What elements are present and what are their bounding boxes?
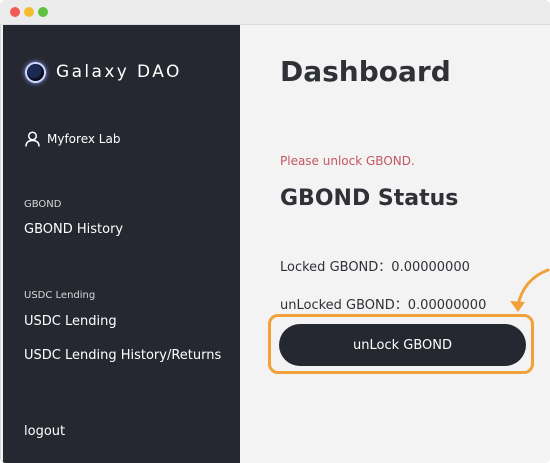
nav-item-usdc-lending-history[interactable]: USDC Lending History/Returns xyxy=(24,348,221,363)
galaxy-orb-icon xyxy=(27,63,44,81)
logout-link[interactable]: logout xyxy=(24,424,65,439)
close-window-button[interactable] xyxy=(10,7,20,17)
locked-gbond-value: Locked GBOND：0.00000000 xyxy=(280,260,470,275)
unlock-gbond-button[interactable]: unLock GBOND xyxy=(279,324,526,366)
unlock-warning: Please unlock GBOND. xyxy=(280,154,415,168)
app-window: Galaxy DAO Myforex Lab GBOND GBOND Histo… xyxy=(0,0,550,463)
user-icon xyxy=(25,131,40,147)
main-content: Dashboard Please unlock GBOND. GBOND Sta… xyxy=(240,25,550,463)
user-account[interactable]: Myforex Lab xyxy=(25,131,120,147)
section-label-usdc-lending: USDC Lending xyxy=(24,290,96,301)
user-name: Myforex Lab xyxy=(47,132,121,146)
nav-item-usdc-lending[interactable]: USDC Lending xyxy=(24,314,117,329)
unlocked-gbond-value: unLocked GBOND：0.00000000 xyxy=(280,298,487,313)
status-heading: GBOND Status xyxy=(280,186,459,211)
nav-item-gbond-history[interactable]: GBOND History xyxy=(24,222,123,237)
brand-name: Galaxy DAO xyxy=(56,62,182,82)
page-title: Dashboard xyxy=(280,55,451,88)
brand-logo[interactable]: Galaxy DAO xyxy=(27,62,182,82)
maximize-window-button[interactable] xyxy=(38,7,48,17)
window-titlebar xyxy=(0,0,550,25)
section-label-gbond: GBOND xyxy=(24,199,62,210)
minimize-window-button[interactable] xyxy=(24,7,34,17)
curved-arrow-icon xyxy=(510,268,550,312)
sidebar: Galaxy DAO Myforex Lab GBOND GBOND Histo… xyxy=(3,25,240,463)
